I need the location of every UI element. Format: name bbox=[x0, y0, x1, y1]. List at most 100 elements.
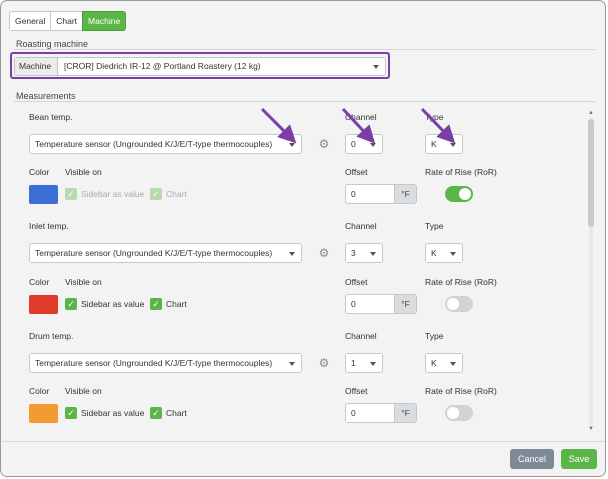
chevron-down-icon bbox=[450, 143, 456, 147]
channel-header: Channel bbox=[345, 221, 377, 231]
channel-value: 0 bbox=[351, 139, 356, 149]
ror-toggle[interactable] bbox=[445, 296, 473, 312]
check-icon: ✓ bbox=[152, 189, 160, 199]
chevron-down-icon bbox=[450, 362, 456, 366]
chevron-down-icon bbox=[450, 252, 456, 256]
toggle-knob bbox=[447, 407, 459, 419]
sensor-select[interactable]: Temperature sensor (Ungrounded K/J/E/T-t… bbox=[29, 353, 302, 373]
sidebar-checkbox[interactable]: ✓ bbox=[65, 298, 77, 310]
offset-input[interactable]: 0 bbox=[346, 185, 394, 203]
ror-header: Rate of Rise (RoR) bbox=[425, 386, 497, 396]
check-icon: ✓ bbox=[67, 408, 75, 418]
sidebar-checkbox-label: Sidebar as value bbox=[81, 408, 145, 418]
sidebar-checkbox-label: Sidebar as value bbox=[81, 189, 145, 199]
sidebar-checkbox[interactable]: ✓ bbox=[65, 188, 77, 200]
sidebar-checkbox-label: Sidebar as value bbox=[81, 299, 145, 309]
ror-toggle[interactable] bbox=[445, 186, 473, 202]
offset-field: 0 °F bbox=[345, 294, 417, 314]
sensor-select[interactable]: Temperature sensor (Ungrounded K/J/E/T-t… bbox=[29, 243, 302, 263]
ror-toggle[interactable] bbox=[445, 405, 473, 421]
measurements-scrollbar[interactable]: ▲ ▼ bbox=[587, 109, 595, 433]
measurement-name: Drum temp. bbox=[29, 331, 74, 341]
sidebar-checkbox[interactable]: ✓ bbox=[65, 407, 77, 419]
color-swatch[interactable] bbox=[29, 185, 58, 204]
machine-field: Machine [CROR] Diedrich IR-12 @ Portland… bbox=[14, 57, 386, 76]
measurement-name: Inlet temp. bbox=[29, 221, 69, 231]
tab-chart[interactable]: Chart bbox=[50, 11, 84, 31]
sensor-select[interactable]: Temperature sensor (Ungrounded K/J/E/T-t… bbox=[29, 134, 302, 154]
chart-checkbox-label: Chart bbox=[166, 408, 187, 418]
chevron-down-icon bbox=[289, 252, 295, 256]
type-value: K bbox=[431, 139, 437, 149]
type-select[interactable]: K bbox=[425, 134, 463, 154]
tab-machine[interactable]: Machine bbox=[82, 11, 127, 31]
check-icon: ✓ bbox=[67, 299, 75, 309]
channel-select[interactable]: 3 bbox=[345, 243, 383, 263]
chevron-down-icon[interactable]: ▼ bbox=[587, 425, 595, 433]
machine-select[interactable]: [CROR] Diedrich IR-12 @ Portland Roaster… bbox=[58, 58, 385, 75]
divider bbox=[14, 49, 596, 50]
visible-on-header: Visible on bbox=[65, 277, 102, 287]
cancel-button[interactable]: Cancel bbox=[510, 449, 554, 469]
visible-on-header: Visible on bbox=[65, 167, 102, 177]
type-value: K bbox=[431, 248, 437, 258]
chart-checkbox[interactable]: ✓ bbox=[150, 298, 162, 310]
color-swatch[interactable] bbox=[29, 295, 58, 314]
offset-header: Offset bbox=[345, 277, 368, 287]
save-button[interactable]: Save bbox=[561, 449, 597, 469]
gear-icon[interactable]: ⚙ bbox=[318, 357, 330, 369]
gear-icon[interactable]: ⚙ bbox=[318, 138, 330, 150]
type-value: K bbox=[431, 358, 437, 368]
chevron-down-icon bbox=[370, 143, 376, 147]
chevron-down-icon bbox=[289, 362, 295, 366]
toggle-knob bbox=[447, 298, 459, 310]
channel-value: 3 bbox=[351, 248, 356, 258]
tab-bar: General Chart Machine bbox=[9, 11, 127, 31]
type-select[interactable]: K bbox=[425, 243, 463, 263]
gear-icon[interactable]: ⚙ bbox=[318, 247, 330, 259]
channel-value: 1 bbox=[351, 358, 356, 368]
check-icon: ✓ bbox=[152, 408, 160, 418]
measurement-name: Bean temp. bbox=[29, 112, 73, 122]
channel-header: Channel bbox=[345, 112, 377, 122]
scroll-thumb[interactable] bbox=[588, 119, 594, 227]
offset-field: 0 °F bbox=[345, 403, 417, 423]
ror-header: Rate of Rise (RoR) bbox=[425, 277, 497, 287]
color-header: Color bbox=[29, 167, 50, 177]
offset-unit: °F bbox=[394, 404, 416, 422]
channel-select[interactable]: 1 bbox=[345, 353, 383, 373]
ror-header: Rate of Rise (RoR) bbox=[425, 167, 497, 177]
divider bbox=[14, 101, 596, 102]
type-header: Type bbox=[425, 112, 444, 122]
channel-header: Channel bbox=[345, 331, 377, 341]
chevron-down-icon bbox=[370, 362, 376, 366]
toggle-knob bbox=[459, 188, 471, 200]
offset-unit: °F bbox=[394, 185, 416, 203]
chevron-down-icon bbox=[373, 65, 379, 69]
chart-checkbox[interactable]: ✓ bbox=[150, 188, 162, 200]
chart-checkbox-label: Chart bbox=[166, 189, 187, 199]
sensor-select-value: Temperature sensor (Ungrounded K/J/E/T-t… bbox=[35, 358, 273, 368]
type-select[interactable]: K bbox=[425, 353, 463, 373]
offset-input[interactable]: 0 bbox=[346, 295, 394, 313]
chevron-down-icon bbox=[289, 143, 295, 147]
type-header: Type bbox=[425, 221, 444, 231]
type-header: Type bbox=[425, 331, 444, 341]
offset-input[interactable]: 0 bbox=[346, 404, 394, 422]
chart-checkbox-label: Chart bbox=[166, 299, 187, 309]
roasting-machine-title: Roasting machine bbox=[16, 39, 89, 49]
settings-dialog: General Chart Machine Roasting machine M… bbox=[0, 0, 606, 477]
check-icon: ✓ bbox=[152, 299, 160, 309]
offset-field: 0 °F bbox=[345, 184, 417, 204]
chevron-up-icon[interactable]: ▲ bbox=[587, 109, 595, 117]
visible-on-header: Visible on bbox=[65, 386, 102, 396]
check-icon: ✓ bbox=[67, 189, 75, 199]
measurements-title: Measurements bbox=[16, 91, 76, 101]
chevron-down-icon bbox=[370, 252, 376, 256]
channel-select[interactable]: 0 bbox=[345, 134, 383, 154]
color-swatch[interactable] bbox=[29, 404, 58, 423]
offset-header: Offset bbox=[345, 386, 368, 396]
chart-checkbox[interactable]: ✓ bbox=[150, 407, 162, 419]
machine-select-value: [CROR] Diedrich IR-12 @ Portland Roaster… bbox=[64, 61, 261, 71]
tab-general[interactable]: General bbox=[9, 11, 52, 31]
